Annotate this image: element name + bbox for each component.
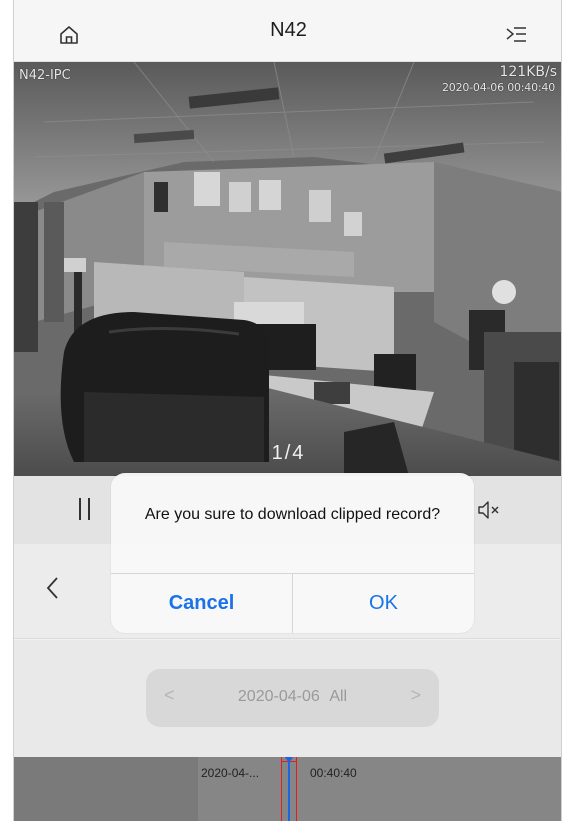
- record-timeline[interactable]: 2020-04-... 00:40:40: [14, 757, 561, 821]
- device-title: N42: [270, 19, 307, 41]
- clip-end-marker[interactable]: [296, 757, 297, 821]
- playhead-line[interactable]: [288, 757, 290, 821]
- camera-name-osd: N42-IPC: [19, 68, 71, 83]
- timeline-date-label: 2020-04-...: [201, 766, 260, 780]
- date-selector-row: < 2020-04-06 All >: [14, 640, 561, 757]
- next-date-button[interactable]: >: [410, 685, 421, 706]
- date-selector[interactable]: < 2020-04-06 All >: [146, 669, 439, 727]
- top-bar: N42: [14, 0, 561, 62]
- playhead-tip-icon: [285, 757, 293, 763]
- menu-list-icon[interactable]: [504, 24, 528, 46]
- clip-start-marker[interactable]: [281, 757, 282, 821]
- cancel-button[interactable]: Cancel: [111, 574, 292, 633]
- timestamp-osd: 2020-04-06 00:40:40: [441, 81, 555, 94]
- timeline-time-label: 00:40:40: [310, 766, 357, 780]
- ok-button[interactable]: OK: [293, 574, 474, 633]
- dialog-message: Are you sure to download clipped record?: [144, 506, 441, 523]
- download-confirm-dialog: Are you sure to download clipped record?…: [111, 473, 474, 633]
- pause-icon[interactable]: [76, 498, 94, 522]
- date-filter-label: 2020-04-06 All: [237, 688, 348, 705]
- bitrate-osd: 121KB/s: [499, 64, 557, 80]
- app-frame: N42 N42-IPC 121KB/s 2020-04-06 00:40:40 …: [13, 0, 562, 821]
- page-indicator: 1/4: [271, 442, 306, 464]
- camera-video-view[interactable]: N42-IPC 121KB/s 2020-04-06 00:40:40 1/4: [14, 62, 561, 476]
- speaker-muted-icon[interactable]: [476, 499, 502, 521]
- chevron-left-icon[interactable]: [44, 574, 62, 602]
- camera-scene-image: [14, 62, 561, 476]
